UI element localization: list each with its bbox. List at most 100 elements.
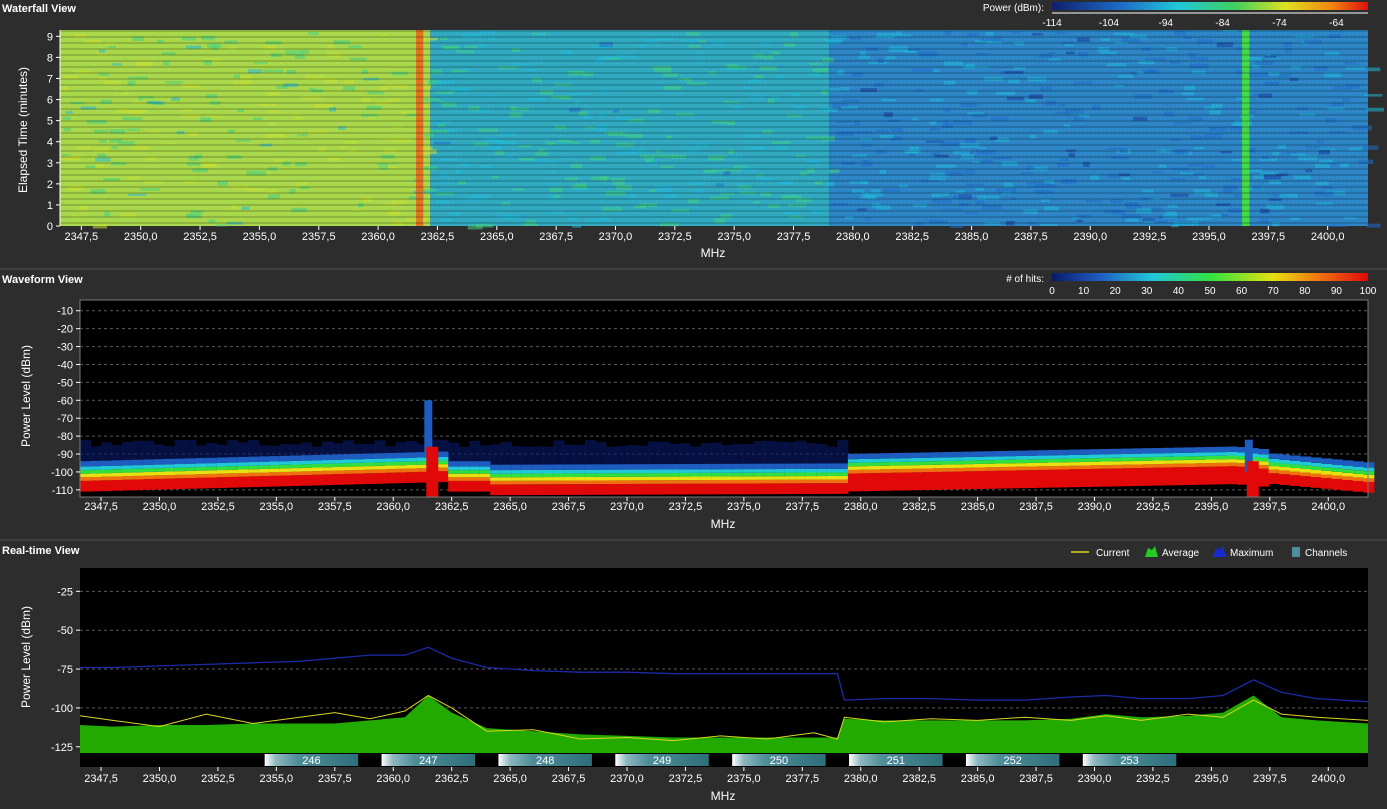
waveform-ylabel: Power Level (dBm) — [19, 345, 33, 447]
waveform-band — [143, 464, 155, 469]
waveform-band — [1142, 457, 1154, 461]
waveform-band — [847, 453, 859, 460]
waveform-band — [932, 468, 944, 472]
waveform-band — [648, 476, 660, 481]
waveform-band — [1289, 475, 1301, 486]
waveform-band — [1026, 450, 1038, 456]
waveform-band — [1310, 457, 1322, 463]
waveform-band — [563, 477, 575, 481]
waveform-band — [900, 472, 912, 491]
waveform-band — [763, 483, 775, 495]
waveform-band — [311, 474, 323, 486]
waveform-band — [511, 464, 523, 471]
legend-current-label: Current — [1096, 548, 1130, 559]
waveform-band — [153, 478, 165, 490]
waveform-band — [1289, 468, 1301, 472]
waveform-band — [1331, 475, 1343, 480]
waveform-band — [626, 469, 639, 474]
waveform-band — [258, 461, 270, 466]
realtime-legend: Current Average Maximum Channels — [1071, 546, 1347, 559]
waveform-band — [353, 466, 365, 470]
waveform-band — [553, 477, 565, 481]
waveform-band — [490, 470, 502, 474]
waveform-band — [143, 479, 155, 490]
waveform-band — [311, 471, 323, 475]
waveform-band — [605, 464, 617, 470]
waveform-band — [395, 468, 407, 473]
waveform-band — [1016, 463, 1028, 467]
waveform-band — [911, 452, 923, 458]
waveform-band — [626, 464, 639, 470]
waveform-band — [101, 480, 113, 492]
realtime-x-tick-label: 2392,5 — [1136, 773, 1170, 785]
waveform-band — [300, 464, 312, 468]
waveform-band — [479, 466, 491, 471]
waveform-band — [690, 469, 702, 473]
waveform-band — [364, 453, 376, 459]
realtime-panel: Real-time View Current Average Maximum C… — [2, 545, 1369, 803]
waveform-band — [847, 459, 859, 463]
channel-label: 253 — [1120, 755, 1138, 767]
waveform-band — [153, 468, 165, 472]
waveform-band — [942, 464, 954, 469]
waveform-band — [563, 464, 575, 470]
realtime-x-tick-label: 2357,5 — [318, 773, 352, 785]
waveform-band — [258, 468, 270, 473]
waveform-band — [385, 465, 397, 470]
waveform-band — [1216, 446, 1228, 453]
waveform-band — [311, 454, 323, 461]
waveform-band — [1089, 449, 1101, 455]
waveform-y-tick-label: -10 — [57, 306, 73, 318]
waveform-band — [1300, 468, 1312, 473]
waveform-band — [1289, 460, 1301, 465]
waterfall-x-tick-label: 2392,5 — [1133, 231, 1167, 243]
waveform-band — [195, 463, 207, 468]
waveform-band — [1079, 469, 1091, 487]
waveform-x-tick-label: 2360,0 — [376, 501, 410, 513]
waveform-band — [974, 467, 986, 472]
realtime-x-tick-label: 2377,5 — [785, 773, 819, 785]
waveform-band — [900, 452, 912, 459]
waveform-band — [953, 464, 965, 468]
waterfall-cell — [1367, 67, 1381, 72]
waveform-band — [1279, 463, 1291, 468]
waveform-band — [1216, 452, 1228, 456]
waveform-band — [80, 466, 92, 471]
waveform-band — [889, 453, 901, 459]
waveform-band — [258, 456, 270, 462]
waveform-band — [795, 483, 807, 495]
waveform-band — [753, 479, 765, 484]
waveform-band — [721, 483, 733, 495]
legend-maximum-swatch — [1213, 546, 1226, 557]
waveform-band — [595, 480, 607, 485]
waveform-band — [1152, 464, 1164, 468]
waveform-band — [1089, 461, 1101, 466]
waveform-band — [1268, 469, 1280, 474]
waveform-band — [385, 453, 397, 459]
waveform-band — [1037, 455, 1049, 460]
waveform-band — [1279, 470, 1291, 475]
waveform-band — [101, 476, 113, 481]
waveform-band — [574, 480, 586, 485]
waveform-band — [1005, 459, 1017, 464]
waveform-band — [837, 468, 849, 473]
waveform-band — [889, 469, 901, 473]
waveform-x-tick-label: 2355,0 — [260, 501, 294, 513]
waveform-band — [1195, 447, 1207, 453]
waveform-band — [553, 464, 565, 470]
realtime-ylabel: Power Level (dBm) — [19, 606, 33, 708]
waveform-band — [342, 463, 354, 467]
waveform-band — [1184, 456, 1196, 460]
waveform-band — [258, 465, 270, 469]
waveform-band — [879, 458, 891, 463]
legend-channels-label: Channels — [1305, 548, 1347, 559]
waveform-band — [1310, 477, 1322, 488]
waveform-band — [1026, 455, 1038, 460]
waveform-band — [826, 479, 838, 484]
realtime-x-tick-label: 2395,0 — [1195, 773, 1229, 785]
waveform-band — [269, 465, 281, 469]
waveform-band — [1121, 457, 1133, 462]
waterfall-x-tick-label: 2397,5 — [1251, 231, 1285, 243]
waveform-band — [1163, 447, 1175, 454]
waveform-band — [164, 471, 176, 476]
